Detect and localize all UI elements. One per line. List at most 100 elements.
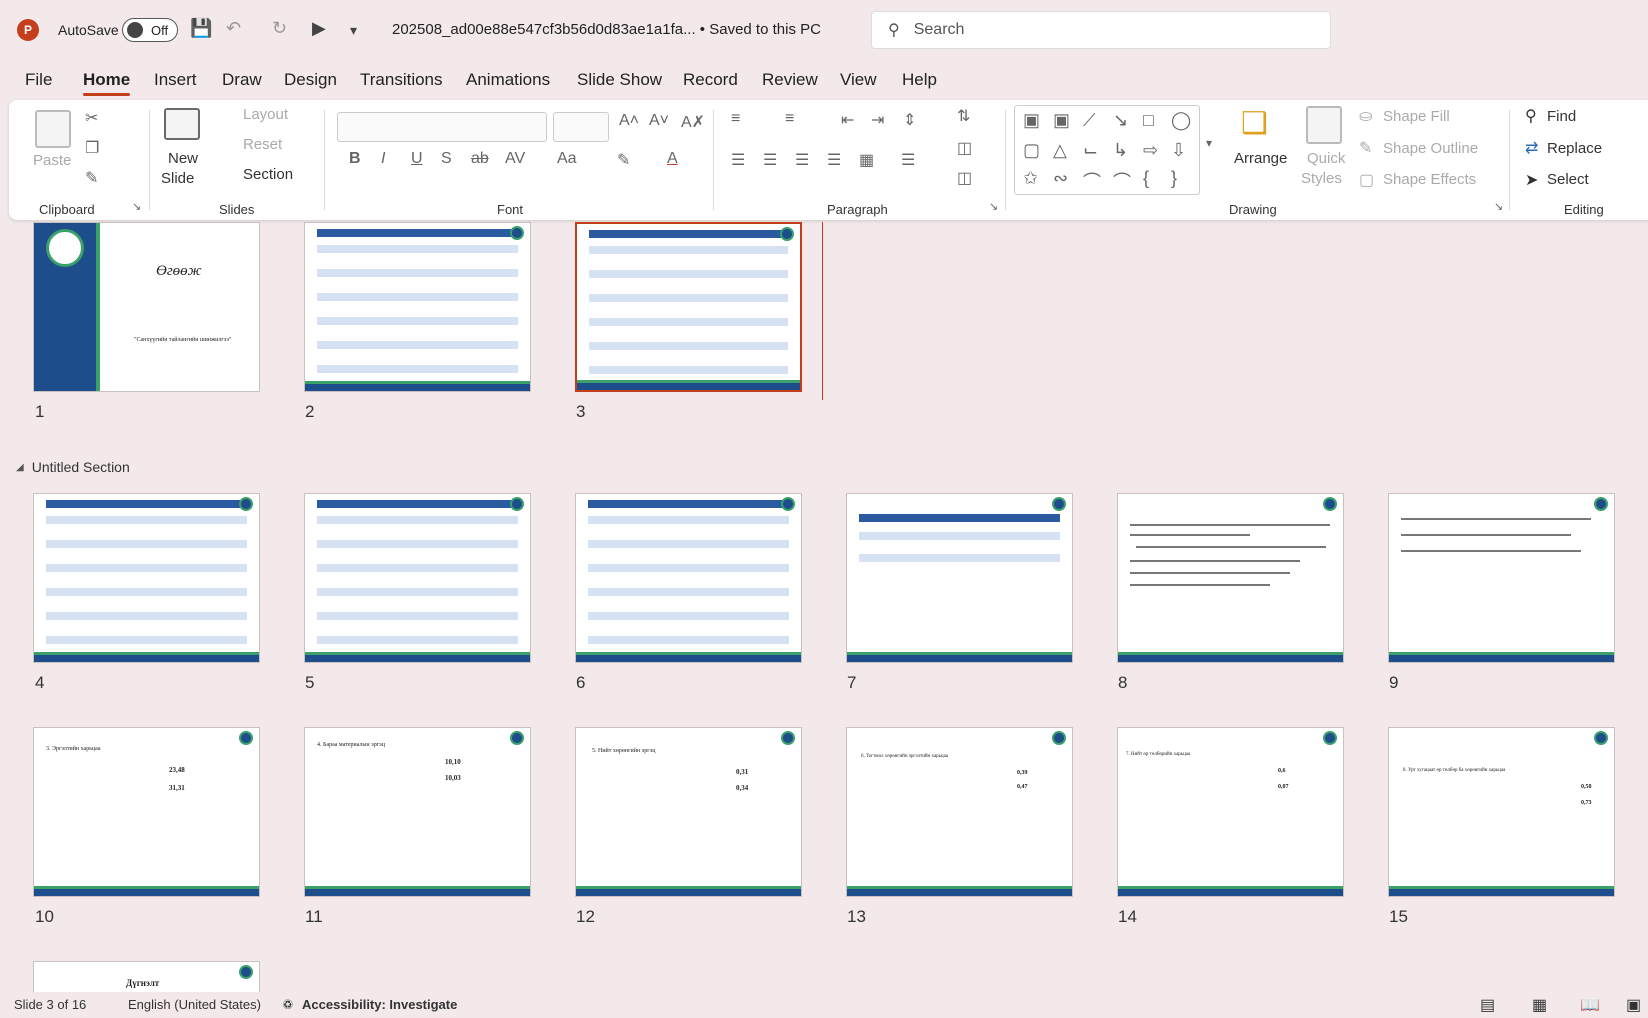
quick-styles-label-2[interactable]: Styles <box>1301 170 1342 187</box>
slide-thumbnail-8[interactable] <box>1117 493 1344 663</box>
shape-outline-button[interactable]: Shape Outline <box>1383 140 1478 157</box>
font-name-box[interactable] <box>337 112 547 142</box>
scribble-shape-icon[interactable]: ∾ <box>1053 168 1068 189</box>
textbox-shape-icon[interactable]: ▣ <box>1023 110 1040 131</box>
tab-design[interactable]: Design <box>284 70 337 90</box>
align-right-icon[interactable]: ☰ <box>795 150 809 170</box>
tab-record[interactable]: Record <box>683 70 738 90</box>
arrow-line-shape-icon[interactable]: ↘ <box>1113 110 1128 131</box>
replace-button[interactable]: Replace <box>1547 140 1602 157</box>
tab-animations[interactable]: Animations <box>466 70 550 90</box>
tab-transitions[interactable]: Transitions <box>360 70 443 90</box>
shapes-gallery[interactable]: ▣ ▣ ⟋ ↘ □ ◯ ▢ △ ⌙ ↳ ⇨ ⇩ ✩ ∾ ⌒ ⌒ { } <box>1014 105 1200 195</box>
slide-thumbnail-15[interactable]: 8. Урт хугацаат өр төлбөр ба хөрөнгийн х… <box>1388 727 1615 897</box>
line-spacing-icon[interactable]: ⇕ <box>903 110 916 130</box>
slideshow-view-icon[interactable]: ▣ <box>1626 995 1641 1015</box>
decrease-font-icon[interactable]: A˅ <box>649 112 669 130</box>
save-icon[interactable]: 💾 <box>190 18 212 39</box>
triangle-shape-icon[interactable]: △ <box>1053 140 1067 161</box>
rectangle-shape-icon[interactable]: □ <box>1143 110 1154 131</box>
bold-button[interactable]: B <box>349 150 361 168</box>
tab-insert[interactable]: Insert <box>154 70 197 90</box>
freeform-shape-icon[interactable]: ✩ <box>1023 168 1038 189</box>
drawing-launcher-icon[interactable]: ↘ <box>1494 200 1503 213</box>
curve-shape-icon[interactable]: ⌒ <box>1113 168 1131 194</box>
oval-shape-icon[interactable]: ◯ <box>1171 110 1191 131</box>
tab-view[interactable]: View <box>840 70 877 90</box>
language-indicator[interactable]: English (United States) <box>128 997 261 1012</box>
tab-slide-show[interactable]: Slide Show <box>577 70 662 90</box>
search-box[interactable]: ⚲ Search <box>871 11 1331 49</box>
slide-thumbnail-14[interactable]: 7. Нийт өр төлбөрийн харьцаа 0,6 0,07 <box>1117 727 1344 897</box>
tab-home[interactable]: Home <box>83 70 131 96</box>
align-left-icon[interactable]: ☰ <box>731 150 745 170</box>
reset-button[interactable]: Reset <box>243 136 282 153</box>
character-spacing-button[interactable]: AV <box>505 150 525 168</box>
tab-help[interactable]: Help <box>902 70 937 90</box>
shadow-button[interactable]: S <box>441 150 452 168</box>
quick-styles-label-1[interactable]: Quick <box>1307 150 1345 167</box>
slide-thumbnail-4[interactable] <box>33 493 260 663</box>
autosave-toggle[interactable]: Off <box>122 18 178 42</box>
new-slide-label-2[interactable]: Slide <box>161 170 194 187</box>
slide-thumbnail-9[interactable] <box>1388 493 1615 663</box>
reading-view-icon[interactable]: 📖 <box>1580 995 1600 1015</box>
select-button[interactable]: Select <box>1547 171 1589 188</box>
slide-thumbnail-16[interactable]: Дүгнэлт <box>33 961 260 992</box>
text-direction-icon[interactable]: ⇅ <box>957 106 970 126</box>
shape-fill-button[interactable]: Shape Fill <box>1383 108 1450 125</box>
justify-icon[interactable]: ☰ <box>827 150 841 170</box>
tab-review[interactable]: Review <box>762 70 818 90</box>
find-button[interactable]: Find <box>1547 108 1576 125</box>
convert-smartart-icon[interactable]: ◫ <box>957 168 972 188</box>
strikethrough-button[interactable]: ab <box>471 150 489 168</box>
slide-thumbnail-5[interactable] <box>304 493 531 663</box>
redo-icon[interactable]: ↻ <box>272 18 287 39</box>
layout-button[interactable]: Layout <box>243 106 288 123</box>
increase-font-icon[interactable]: A˄ <box>619 112 639 130</box>
arrange-button[interactable]: Arrange <box>1234 150 1287 167</box>
slide-sorter-view-icon[interactable]: ▦ <box>1532 995 1547 1015</box>
paragraph-launcher-icon[interactable]: ↘ <box>989 200 998 213</box>
font-size-box[interactable] <box>553 112 609 142</box>
shapes-more-icon[interactable]: ▾ <box>1206 136 1212 150</box>
underline-button[interactable]: U <box>411 150 423 168</box>
elbow-connector-shape-icon[interactable]: ⌙ <box>1083 140 1098 161</box>
copy-icon[interactable]: ❐ <box>85 138 99 158</box>
smartart-icon[interactable]: ◫ <box>957 138 972 158</box>
document-title[interactable]: 202508_ad00e88e547cf3b56d0d83ae1a1fa... … <box>392 21 821 38</box>
vertical-textbox-shape-icon[interactable]: ▣ <box>1053 110 1070 131</box>
down-arrow-shape-icon[interactable]: ⇩ <box>1171 140 1186 161</box>
change-case-button[interactable]: Aa <box>557 150 577 168</box>
section-button[interactable]: Section <box>243 166 293 183</box>
arc-shape-icon[interactable]: ⌒ <box>1083 168 1101 194</box>
slide-thumbnail-12[interactable]: 5. Нийт хөрөнгийн эргэц 0,31 0,34 <box>575 727 802 897</box>
accessibility-status[interactable]: Accessibility: Investigate <box>302 997 457 1012</box>
slide-thumbnail-7[interactable] <box>846 493 1073 663</box>
decrease-indent-icon[interactable]: ⇤ <box>841 110 854 130</box>
collapse-chevron-icon[interactable]: ◢ <box>16 462 24 473</box>
slide-thumbnail-11[interactable]: 4. Бараа материалын эргэц 10,10 10,03 <box>304 727 531 897</box>
numbering-icon[interactable]: ≡ <box>785 110 794 128</box>
columns-icon[interactable]: ▦ <box>859 150 874 170</box>
normal-view-icon[interactable]: ▤ <box>1480 995 1495 1015</box>
italic-button[interactable]: I <box>381 150 385 168</box>
clear-format-icon[interactable]: A✗ <box>681 112 705 132</box>
shape-effects-button[interactable]: Shape Effects <box>1383 171 1476 188</box>
tab-draw[interactable]: Draw <box>222 70 262 90</box>
clipboard-launcher-icon[interactable]: ↘ <box>132 200 141 213</box>
highlight-icon[interactable]: ✎ <box>617 150 630 170</box>
section-header[interactable]: ◢ Untitled Section <box>16 459 130 475</box>
increase-indent-icon[interactable]: ⇥ <box>871 110 884 130</box>
slide-thumbnail-2[interactable] <box>304 222 531 392</box>
tab-file[interactable]: File <box>25 70 52 90</box>
slide-thumbnail-3[interactable] <box>575 222 802 392</box>
bullets-icon[interactable]: ≡ <box>731 110 740 128</box>
slide-thumbnail-1[interactable]: Өгөөж "Санхүүгийн тайлангийн шинжилгээ" <box>33 222 260 392</box>
new-slide-label-1[interactable]: New <box>168 150 198 167</box>
right-arrow-shape-icon[interactable]: ⇨ <box>1143 140 1158 161</box>
cut-icon[interactable]: ✂ <box>85 108 98 128</box>
paste-button[interactable]: Paste <box>33 152 71 169</box>
font-color-icon[interactable]: A <box>667 150 678 168</box>
slide-thumbnail-13[interactable]: 6. Тогтмол хөрөнгийн эргэлтийн харьцаа 0… <box>846 727 1073 897</box>
